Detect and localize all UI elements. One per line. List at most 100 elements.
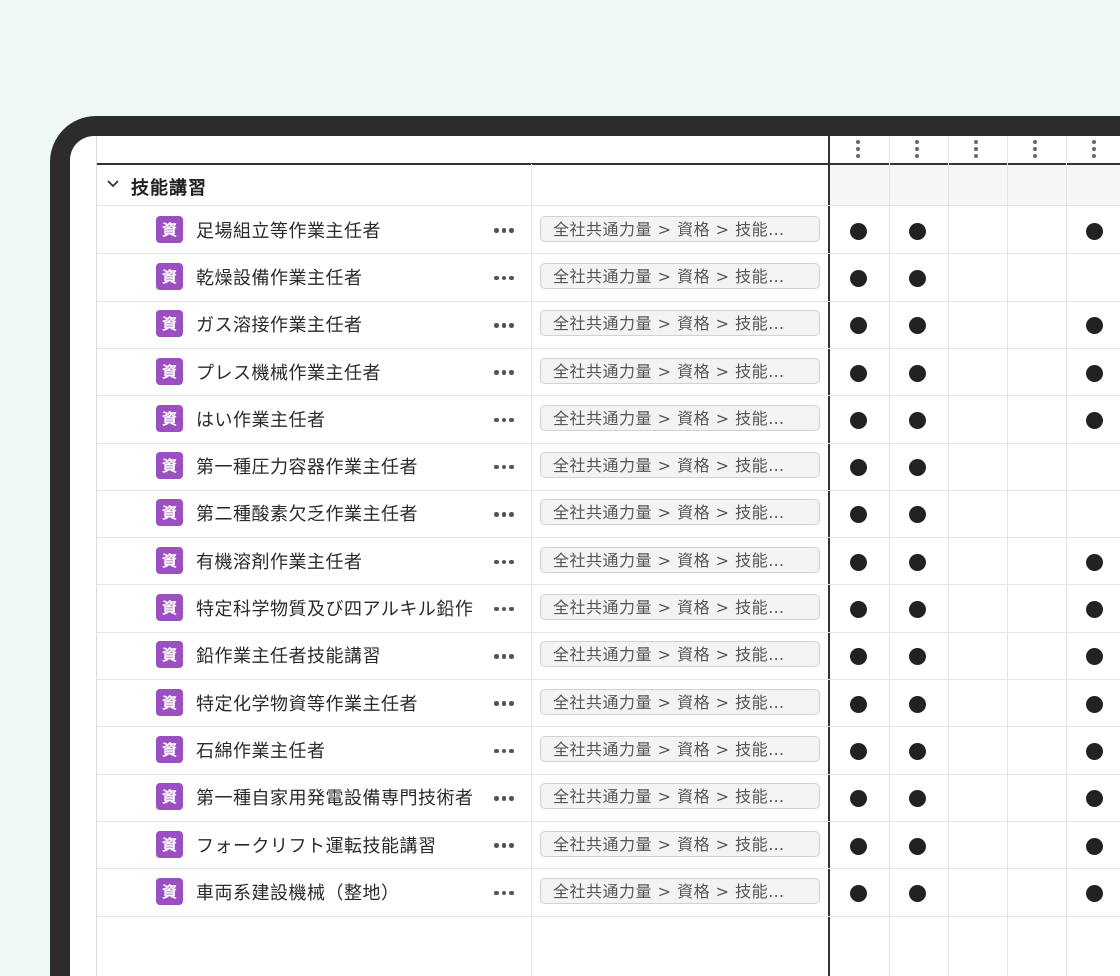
row-name: プレス機械作業主任者	[196, 362, 381, 384]
category-path-chip[interactable]: 全社共通力量 > 資格 > 技能…	[540, 452, 820, 479]
matrix-mark[interactable]	[849, 884, 867, 902]
category-path-chip[interactable]: 全社共通力量 > 資格 > 技能…	[540, 357, 820, 384]
more-icon[interactable]	[494, 841, 516, 851]
matrix-mark[interactable]	[849, 506, 867, 524]
qualification-badge: 資	[156, 688, 183, 716]
matrix-mark[interactable]	[849, 364, 867, 382]
matrix-mark[interactable]	[908, 790, 926, 808]
more-icon[interactable]	[494, 604, 516, 614]
more-icon[interactable]	[494, 368, 516, 378]
row-divider	[97, 915, 1120, 917]
more-icon[interactable]	[494, 226, 516, 236]
matrix-mark[interactable]	[849, 411, 867, 429]
category-path-chip[interactable]: 全社共通力量 > 資格 > 技能…	[540, 404, 820, 431]
more-icon[interactable]	[494, 651, 516, 661]
matrix-mark[interactable]	[908, 742, 926, 760]
category-path-chip[interactable]: 全社共通力量 > 資格 > 技能…	[540, 499, 820, 526]
category-path-chip[interactable]: 全社共通力量 > 資格 > 技能…	[540, 735, 820, 762]
column-menu-icon[interactable]	[1033, 140, 1037, 160]
more-icon[interactable]	[494, 273, 516, 283]
matrix-mark[interactable]	[849, 553, 867, 571]
row-divider	[97, 726, 1120, 728]
row-divider	[97, 679, 1120, 680]
column-menu-icon[interactable]	[915, 140, 919, 160]
matrix-mark[interactable]	[908, 601, 926, 619]
chevron-down-icon[interactable]	[105, 176, 121, 192]
matrix-mark[interactable]	[908, 837, 926, 855]
matrix-mark[interactable]	[908, 222, 926, 240]
more-icon[interactable]	[494, 699, 516, 709]
more-icon[interactable]	[494, 462, 516, 472]
category-path-chip[interactable]: 全社共通力量 > 資格 > 技能…	[540, 262, 820, 289]
matrix-column-divider	[948, 136, 949, 976]
matrix-mark[interactable]	[1085, 837, 1103, 855]
category-path-chip[interactable]: 全社共通力量 > 資格 > 技能…	[540, 215, 820, 242]
qualification-badge: 資	[156, 310, 183, 338]
more-icon[interactable]	[494, 320, 516, 330]
row-name: フォークリフト運転技能講習	[196, 835, 437, 857]
matrix-mark[interactable]	[1085, 364, 1103, 382]
qualification-badge: 資	[156, 215, 183, 243]
qualification-badge: 資	[156, 357, 183, 385]
row-name: 第一種自家用発電設備専門技術者	[196, 788, 474, 810]
row-name: 特定科学物質及び四アルキル鉛作	[196, 599, 474, 621]
more-icon[interactable]	[494, 415, 516, 425]
matrix-mark[interactable]	[908, 364, 926, 382]
matrix-divider	[828, 136, 830, 976]
category-path-chip[interactable]: 全社共通力量 > 資格 > 技能…	[540, 688, 820, 715]
matrix-mark[interactable]	[1085, 742, 1103, 760]
matrix-mark[interactable]	[849, 459, 867, 477]
category-path-chip[interactable]: 全社共通力量 > 資格 > 技能…	[540, 641, 820, 668]
more-icon[interactable]	[494, 557, 516, 567]
qualification-badge: 資	[156, 735, 183, 763]
matrix-mark[interactable]	[1085, 317, 1103, 335]
matrix-mark[interactable]	[908, 411, 926, 429]
matrix-mark[interactable]	[849, 742, 867, 760]
matrix-mark[interactable]	[1085, 601, 1103, 619]
qualification-badge: 資	[156, 594, 183, 622]
row-divider	[97, 537, 1120, 539]
row-divider	[97, 347, 1120, 349]
category-path-chip[interactable]: 全社共通力量 > 資格 > 技能…	[540, 310, 820, 337]
matrix-mark[interactable]	[908, 553, 926, 571]
matrix-mark[interactable]	[1085, 222, 1103, 240]
matrix-mark[interactable]	[849, 317, 867, 335]
matrix-mark[interactable]	[1085, 695, 1103, 713]
category-path-chip[interactable]: 全社共通力量 > 資格 > 技能…	[540, 830, 820, 857]
matrix-mark[interactable]	[849, 601, 867, 619]
more-icon[interactable]	[494, 746, 516, 756]
matrix-mark[interactable]	[1085, 553, 1103, 571]
row-name: 第一種圧力容器作業主任者	[196, 457, 418, 479]
matrix-mark[interactable]	[849, 695, 867, 713]
matrix-mark[interactable]	[908, 269, 926, 287]
row-name: 足場組立等作業主任者	[196, 220, 381, 242]
matrix-mark[interactable]	[849, 222, 867, 240]
matrix-mark[interactable]	[908, 459, 926, 477]
category-path-chip[interactable]: 全社共通力量 > 資格 > 技能…	[540, 546, 820, 573]
category-path-chip[interactable]: 全社共通力量 > 資格 > 技能…	[540, 594, 820, 621]
category-path-chip[interactable]: 全社共通力量 > 資格 > 技能…	[540, 877, 820, 904]
matrix-mark[interactable]	[849, 269, 867, 287]
more-icon[interactable]	[494, 888, 516, 898]
row-name: ガス溶接作業主任者	[196, 315, 363, 337]
matrix-mark[interactable]	[1085, 884, 1103, 902]
more-icon[interactable]	[494, 793, 516, 803]
column-menu-icon[interactable]	[856, 140, 860, 160]
row-divider	[97, 584, 1120, 586]
column-menu-icon[interactable]	[1092, 140, 1096, 160]
category-path-chip[interactable]: 全社共通力量 > 資格 > 技能…	[540, 783, 820, 810]
column-menu-icon[interactable]	[974, 140, 978, 160]
matrix-mark[interactable]	[849, 790, 867, 808]
matrix-mark[interactable]	[849, 648, 867, 666]
matrix-mark[interactable]	[908, 648, 926, 666]
matrix-mark[interactable]	[908, 317, 926, 335]
column-divider	[531, 164, 532, 976]
more-icon[interactable]	[494, 509, 516, 519]
matrix-mark[interactable]	[908, 506, 926, 524]
matrix-mark[interactable]	[908, 695, 926, 713]
matrix-mark[interactable]	[1085, 790, 1103, 808]
matrix-mark[interactable]	[908, 884, 926, 902]
matrix-mark[interactable]	[1085, 648, 1103, 666]
matrix-mark[interactable]	[849, 837, 867, 855]
matrix-mark[interactable]	[1085, 411, 1103, 429]
